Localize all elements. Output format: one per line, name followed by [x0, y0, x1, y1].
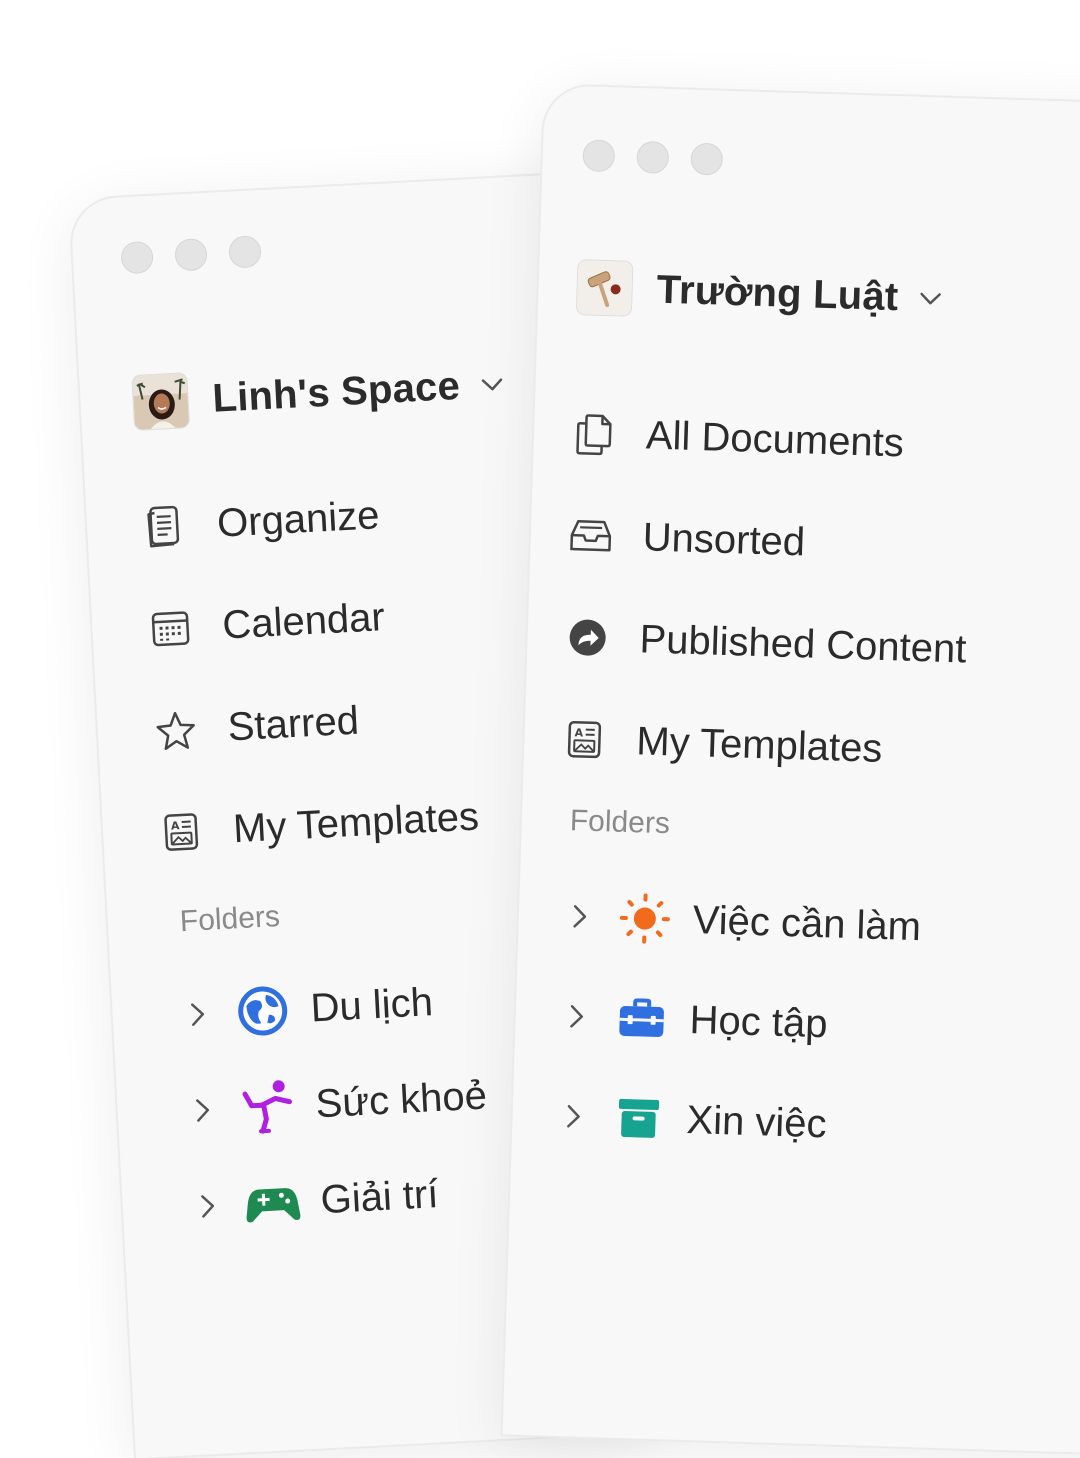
chevron-down-icon [477, 369, 506, 398]
document-list-icon [142, 503, 188, 549]
dancer-icon [238, 1077, 297, 1136]
folders-section-title: Folders [179, 900, 281, 939]
folder-item-du-lich[interactable]: Du lịch [182, 952, 484, 1063]
sidebar-item-starred[interactable]: Starred [151, 664, 476, 783]
svg-text:A: A [574, 726, 583, 739]
share-arrow-icon [565, 615, 610, 660]
folders-section-title: Folders [569, 804, 670, 841]
close-dot[interactable] [582, 139, 615, 172]
window-controls [582, 139, 723, 175]
chevron-right-icon[interactable] [189, 1095, 217, 1126]
documents-icon [571, 411, 616, 456]
chevron-right-icon[interactable] [560, 1101, 587, 1132]
calendar-icon [147, 605, 193, 651]
folder-item-viec-can-lam[interactable]: Việc cần làm [565, 866, 922, 977]
sun-icon [616, 890, 674, 948]
minimize-dot[interactable] [636, 141, 669, 174]
chevron-right-icon[interactable] [184, 999, 212, 1030]
close-dot[interactable] [120, 241, 154, 275]
sidebar-item-published-content[interactable]: Published Content [564, 586, 968, 701]
template-icon: A [158, 809, 204, 855]
archive-box-icon [610, 1090, 668, 1148]
sidebar-item-unsorted[interactable]: Unsorted [567, 484, 971, 599]
right-window: Trường Luật All Documents Unsorted Publi… [503, 85, 1080, 1454]
briefcase-icon [613, 990, 671, 1048]
chevron-down-icon [916, 284, 945, 313]
sidebar-nav: Organize Calendar Starred A My Templates [141, 460, 482, 884]
folder-item-hoc-tap[interactable]: Học tập [562, 966, 919, 1077]
chevron-right-icon[interactable] [566, 901, 593, 932]
sidebar-item-calendar[interactable]: Calendar [146, 562, 471, 681]
template-icon: A [562, 717, 607, 762]
space-name: Linh's Space [211, 363, 461, 421]
globe-icon [233, 982, 292, 1041]
chevron-right-icon[interactable] [194, 1191, 222, 1222]
folder-item-suc-khoe[interactable]: Sức khoẻ [187, 1047, 489, 1158]
maximize-dot[interactable] [690, 143, 723, 176]
folder-list: Du lịch Sức khoẻ Giải trí [182, 952, 494, 1255]
folder-list: Việc cần làm Học tập Xin việc [559, 866, 923, 1177]
space-switcher[interactable]: Trường Luật [576, 259, 945, 327]
maximize-dot[interactable] [228, 235, 262, 269]
svg-text:A: A [171, 819, 181, 832]
star-icon [153, 707, 199, 753]
sidebar-item-organize[interactable]: Organize [141, 460, 466, 579]
chevron-right-icon[interactable] [563, 1001, 590, 1032]
folder-item-giai-tri[interactable]: Giải trí [192, 1143, 494, 1254]
space-switcher[interactable]: Linh's Space [131, 355, 507, 430]
sidebar-item-my-templates[interactable]: A My Templates [157, 766, 482, 885]
gavel-icon [576, 259, 634, 317]
sidebar-nav: All Documents Unsorted Published Content… [561, 382, 975, 802]
inbox-icon [568, 513, 613, 558]
folder-item-xin-viec[interactable]: Xin việc [559, 1066, 916, 1177]
avatar [131, 372, 190, 431]
space-name: Trường Luật [656, 267, 899, 320]
gamepad-icon [243, 1173, 302, 1232]
minimize-dot[interactable] [174, 238, 208, 272]
sidebar-item-my-templates[interactable]: A My Templates [561, 688, 965, 803]
sidebar-item-all-documents[interactable]: All Documents [570, 382, 974, 497]
window-controls [120, 235, 261, 274]
